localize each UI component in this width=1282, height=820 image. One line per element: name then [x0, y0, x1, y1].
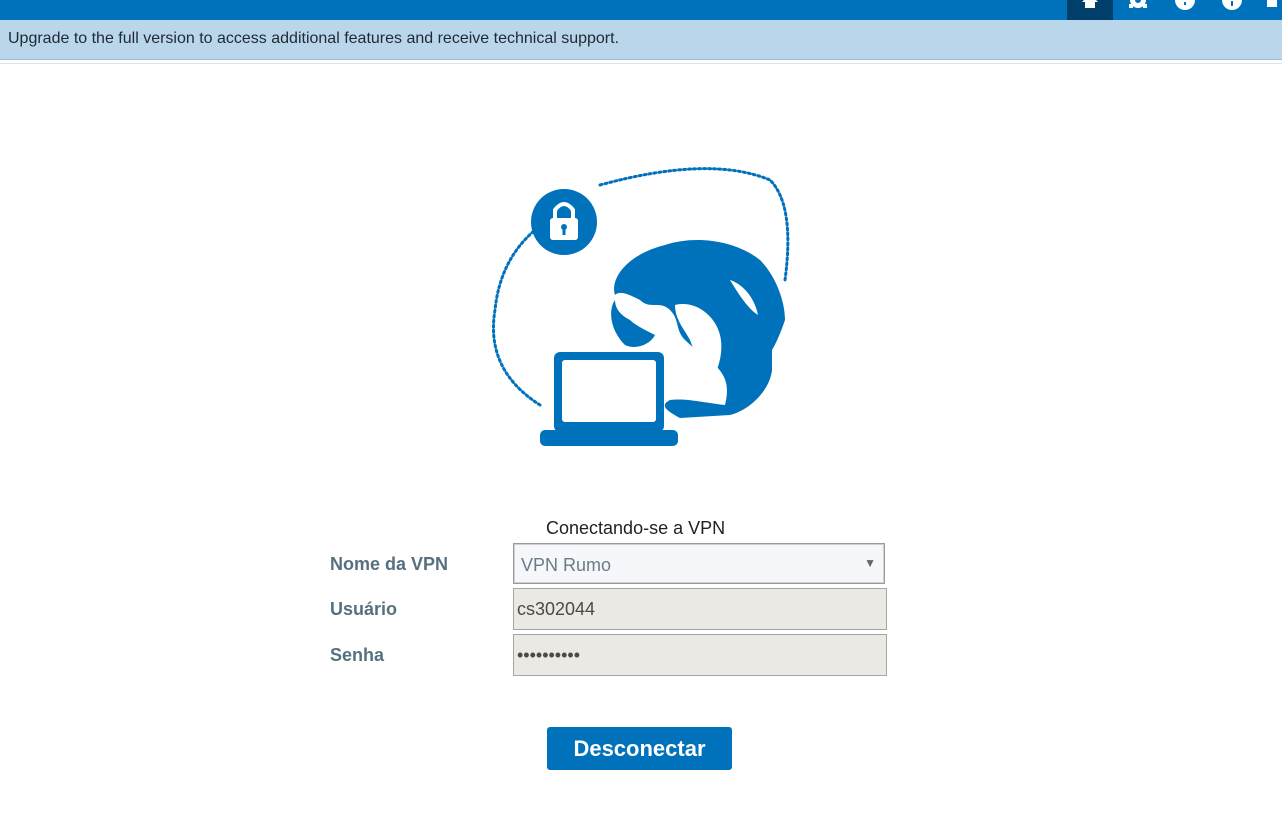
- home-icon: [1082, 0, 1098, 8]
- lock-icon: [531, 189, 597, 255]
- password-input[interactable]: [513, 634, 887, 676]
- upgrade-banner: Upgrade to the full version to access ad…: [0, 20, 1282, 60]
- connection-status-text: Conectando-se a VPN: [546, 518, 726, 538]
- vpn-name-select[interactable]: VPN Rumo ▼: [513, 543, 885, 584]
- username-input[interactable]: [513, 588, 887, 630]
- chevron-down-icon: ▼: [864, 556, 876, 570]
- menu-button[interactable]: [1258, 0, 1282, 20]
- alert-button[interactable]: [1162, 0, 1208, 20]
- vpn-name-selected-value: VPN Rumo: [521, 555, 612, 575]
- menu-icon: [1267, 0, 1277, 7]
- laptop-icon: [540, 352, 678, 446]
- info-button[interactable]: [1209, 0, 1255, 20]
- vpn-name-label: Nome da VPN: [330, 554, 449, 574]
- settings-button[interactable]: [1115, 0, 1161, 20]
- password-label: Senha: [330, 645, 385, 665]
- alert-icon: [1175, 0, 1195, 10]
- header-divider: [0, 63, 1282, 64]
- username-label: Usuário: [330, 599, 398, 619]
- vpn-globe-illustration: [492, 167, 790, 446]
- upgrade-banner-text: Upgrade to the full version to access ad…: [8, 30, 620, 47]
- home-button[interactable]: [1067, 0, 1113, 20]
- top-bar: [0, 0, 1282, 20]
- shield-logo-icon: [20, 0, 60, 12]
- info-icon: [1222, 0, 1242, 10]
- disconnect-button[interactable]: Desconectar: [547, 727, 732, 770]
- gear-icon: [1129, 0, 1147, 8]
